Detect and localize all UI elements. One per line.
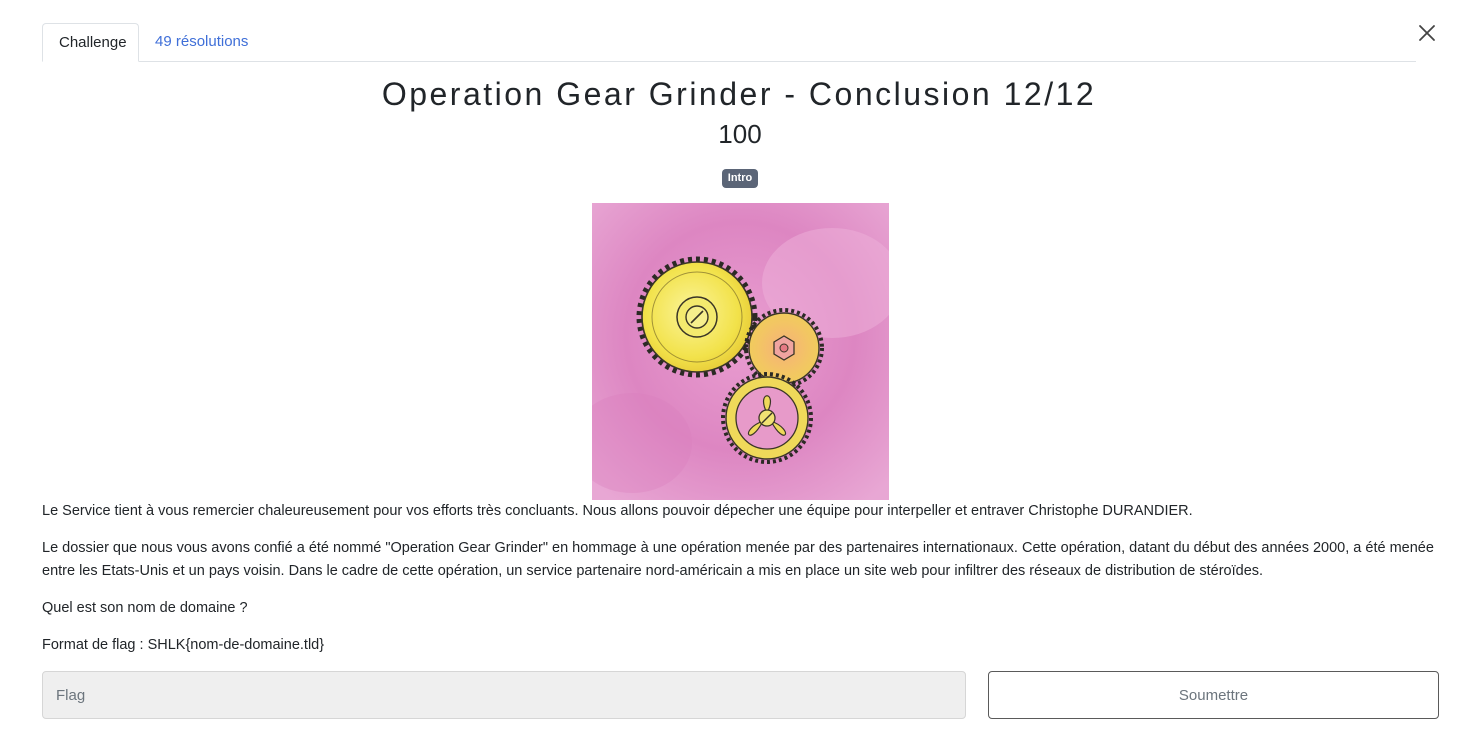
flag-input[interactable]: [42, 671, 966, 719]
tag-container: Intro: [0, 168, 1478, 188]
flag-format-text: Format de flag : SHLK{nom-de-domaine.tld…: [42, 637, 325, 653]
question-text: Quel est son nom de domaine ?: [42, 600, 248, 616]
challenge-points: 100: [718, 119, 762, 149]
tab-solves[interactable]: 49 résolutions: [139, 23, 264, 61]
description-paragraph: Le dossier que nous vous avons confié a …: [42, 540, 1434, 579]
submit-button[interactable]: Soumettre: [988, 671, 1439, 719]
tab-bar: Challenge 49 résolutions: [42, 23, 1416, 62]
challenge-image: [592, 203, 889, 500]
tab-challenge[interactable]: Challenge: [42, 23, 139, 62]
gears-illustration: [592, 203, 889, 500]
close-button[interactable]: [1414, 20, 1440, 46]
challenge-title: Operation Gear Grinder - Conclusion 12/1…: [381, 76, 1097, 112]
description-paragraph: Le Service tient à vous remercier chaleu…: [42, 503, 1193, 519]
close-icon: [1419, 25, 1435, 41]
challenge-modal: Challenge 49 résolutions Operation Gear …: [0, 0, 1478, 739]
challenge-description: Le Service tient à vous remercier chaleu…: [42, 500, 1442, 671]
category-tag: Intro: [721, 169, 759, 188]
